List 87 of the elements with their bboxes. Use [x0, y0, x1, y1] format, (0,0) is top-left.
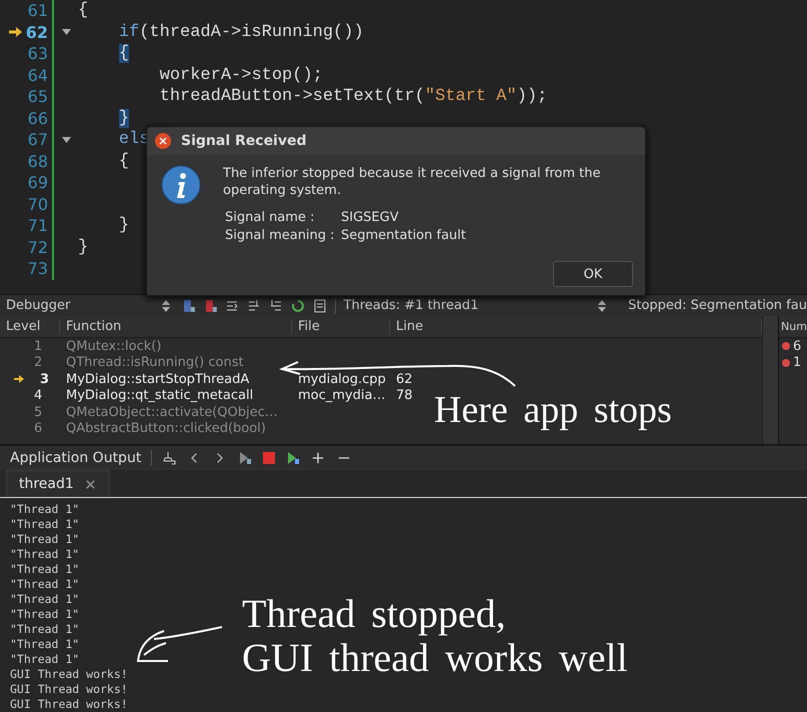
- line-number: 69: [28, 173, 48, 192]
- fold-icon[interactable]: [62, 136, 71, 143]
- step-into-icon[interactable]: [247, 298, 262, 312]
- thread-selector[interactable]: Threads: #1 thread1: [344, 295, 610, 316]
- step-out-icon[interactable]: [269, 298, 283, 312]
- code-line: if(threadA->isRunning()): [118, 22, 364, 42]
- output-line: "Thread 1": [10, 532, 80, 547]
- line-number: 61: [28, 1, 48, 20]
- code-line: {: [78, 1, 88, 20]
- frame-level: 4: [33, 388, 42, 404]
- function-name: MyDialog::startStopThreadA: [65, 372, 250, 387]
- line-number: 78: [395, 388, 414, 404]
- updown-arrow-icon: [162, 300, 170, 312]
- column-header[interactable]: Function: [60, 319, 292, 334]
- line-number: 62: [395, 372, 414, 387]
- function-name: QThread::isRunning() const: [65, 355, 245, 370]
- breakpoint-number: 1: [793, 355, 802, 370]
- code-line: }: [118, 216, 130, 236]
- line-number: 62: [26, 22, 48, 42]
- stop-debug-icon[interactable]: [204, 298, 218, 312]
- breakpoint-number: 6: [793, 338, 802, 354]
- column-header[interactable]: File: [292, 319, 390, 334]
- frame-level: 1: [33, 338, 42, 354]
- function-name: MyDialog::qt_static_metacall: [65, 388, 254, 404]
- step-over-icon[interactable]: [225, 298, 240, 312]
- debugger-status: Stopped: Segmentation fau: [628, 298, 807, 313]
- panel-title: Application Output: [10, 450, 142, 466]
- restart-icon[interactable]: [290, 298, 305, 312]
- output-line: "Thread 1": [10, 637, 80, 652]
- dialog-message: The inferior stopped because it received a signal from the operating system.: [223, 165, 602, 199]
- output-line: "Thread 1": [10, 622, 80, 637]
- frame-level: 3: [40, 372, 50, 387]
- log-icon[interactable]: [312, 298, 327, 312]
- line-number: 68: [28, 152, 48, 171]
- info-icon: [161, 165, 201, 205]
- ok-button[interactable]: OK: [553, 261, 633, 287]
- output-line: "Thread 1": [10, 592, 80, 607]
- code-line: }: [78, 238, 88, 257]
- output-line: "Thread 1": [10, 607, 80, 622]
- code-line: {: [118, 152, 130, 171]
- field-value: SIGSEGV: [341, 209, 399, 227]
- file-name: mydialog.cpp: [297, 372, 387, 387]
- dialog-title: Signal Received: [181, 133, 307, 149]
- close-icon[interactable]: [155, 133, 171, 149]
- frame-level: 6: [33, 421, 42, 436]
- frame-level: 5: [33, 404, 42, 420]
- annotation-text: Here app stops: [434, 390, 672, 432]
- output-line: "Thread 1": [10, 652, 80, 667]
- line-number: 72: [28, 238, 48, 257]
- column-header[interactable]: Level: [0, 319, 60, 334]
- run-debug-icon[interactable]: [286, 451, 300, 465]
- scrollbar[interactable]: [762, 316, 778, 444]
- debug-icon[interactable]: [238, 451, 252, 465]
- output-line: "Thread 1": [10, 562, 80, 577]
- line-number: 67: [28, 130, 48, 150]
- line-number: 64: [28, 66, 48, 85]
- clear-icon[interactable]: [162, 451, 176, 465]
- line-number: 63: [28, 44, 48, 64]
- output-line: GUI Thread works!: [10, 697, 128, 712]
- output-line: "Thread 1": [10, 517, 80, 532]
- output-tab[interactable]: thread1: [6, 470, 110, 497]
- field-value: Segmentation fault: [341, 227, 466, 245]
- updown-arrow-icon: [598, 300, 606, 312]
- output-line: "Thread 1": [10, 502, 80, 517]
- file-name: moc_mydia…: [297, 388, 386, 404]
- function-name: QMutex::lock(): [65, 338, 162, 354]
- output-line: "Thread 1": [10, 577, 80, 592]
- annotation-text: Thread stopped, GUI thread works well: [242, 592, 628, 680]
- field-label: Signal name :: [225, 209, 316, 227]
- line-number: 66: [28, 108, 48, 128]
- code-line: threadAButton->setText(tr("Start A"));: [158, 87, 548, 106]
- fold-icon[interactable]: [62, 29, 71, 36]
- field-label: Signal meaning :: [225, 227, 336, 245]
- code-line: workerA->stop();: [158, 66, 323, 85]
- line-number: 71: [28, 216, 48, 236]
- stop-icon[interactable]: [262, 451, 276, 465]
- output-line: GUI Thread works!: [10, 682, 128, 697]
- line-number: 70: [28, 194, 48, 214]
- output-line: GUI Thread works!: [10, 667, 128, 682]
- function-name: QAbstractButton::clicked(bool): [65, 421, 267, 436]
- frame-level: 2: [33, 355, 42, 370]
- view-selector[interactable]: Debugger: [6, 295, 174, 316]
- function-name: QMetaObject::activate(QObjec…: [65, 404, 279, 420]
- output-line: "Thread 1": [10, 547, 80, 562]
- line-number: 65: [28, 87, 48, 106]
- line-number: 73: [28, 259, 48, 278]
- debug-icon[interactable]: [182, 298, 196, 312]
